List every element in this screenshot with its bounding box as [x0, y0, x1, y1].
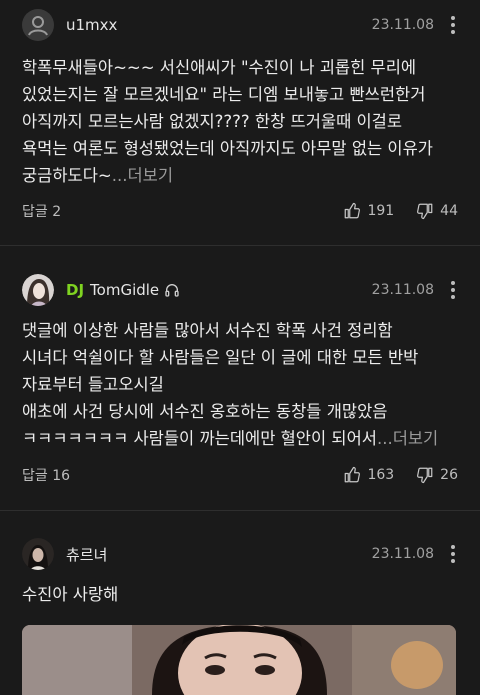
thumbs-up-icon	[345, 202, 361, 219]
headphones-icon	[165, 284, 179, 297]
comment-actions: 답글 2 191 44	[22, 199, 458, 223]
comment-header: DJ TomGidle 23.11.08	[22, 272, 458, 308]
comment-actions: 답글 16 163 26	[22, 463, 458, 487]
comment-body: 수진아 사랑해	[22, 581, 462, 608]
read-more-link[interactable]: ...더보기	[377, 429, 438, 448]
comment-line: 궁금하도다~	[22, 166, 112, 185]
thumbs-down-icon	[417, 203, 433, 220]
username[interactable]: DJ TomGidle	[66, 281, 180, 299]
username[interactable]: u1mxx	[66, 16, 117, 34]
comment-line: 애초에 사건 당시에 서수진 옹호하는 동창들 개많았음	[22, 402, 388, 421]
more-options-icon[interactable]	[448, 281, 458, 299]
like-button[interactable]: 163	[343, 466, 394, 484]
like-button[interactable]: 191	[343, 202, 394, 220]
thumbs-down-icon	[417, 467, 433, 484]
default-user-icon	[23, 10, 53, 40]
dislike-count: 26	[440, 467, 458, 483]
comment-line: 댓글에 이상한 사람들 많아서 서수진 학폭 사건 정리함	[22, 321, 393, 340]
more-options-icon[interactable]	[448, 16, 458, 34]
reply-button[interactable]: 답글 2	[22, 201, 61, 221]
like-count: 163	[367, 467, 395, 483]
comment-line: 수진아 사랑해	[22, 585, 119, 604]
comment-date: 23.11.08	[371, 546, 434, 562]
like-count: 191	[367, 203, 395, 219]
comment-line: ㅋㅋㅋㅋㅋㅋㅋ 사람들이 까는데에만 혈안이 되어서	[22, 429, 377, 448]
divider	[0, 245, 480, 246]
comment-line: 아직까지 모르는사람 없겠지???? 한창 뜨거울때 이걸로	[22, 112, 403, 131]
comment-body: 댓글에 이상한 사람들 많아서 서수진 학폭 사건 정리함 시녀다 억쉴이다 할…	[22, 317, 462, 452]
dislike-button[interactable]: 26	[416, 466, 458, 484]
dislike-button[interactable]: 44	[416, 202, 458, 220]
comment-line: 자료부터 들고오시길	[22, 375, 164, 394]
divider	[0, 510, 480, 511]
dj-badge: DJ	[66, 281, 85, 299]
comment-header: u1mxx 23.11.08	[22, 7, 458, 43]
comment-line: 있었는지는 잘 모르겠네요" 라는 디엠 보내놓고 빤쓰런한거	[22, 85, 426, 104]
reply-button[interactable]: 답글 16	[22, 465, 70, 485]
profile-photo	[22, 538, 54, 570]
profile-photo	[22, 274, 54, 306]
avatar[interactable]	[22, 9, 54, 41]
comment-line: 시녀다 억쉴이다 할 사람들은 일단 이 글에 대한 모든 반박	[22, 348, 419, 367]
thumbs-up-icon	[345, 466, 361, 483]
comment-date: 23.11.08	[371, 282, 434, 298]
comment-date: 23.11.08	[371, 17, 434, 33]
comment-line: 학폭무새들아~~~ 서신애씨가 "수진이 나 괴롭힌 무리에	[22, 58, 417, 77]
dislike-count: 44	[440, 203, 458, 219]
comment-line: 욕먹는 여론도 형성됐었는데 아직까지도 아무말 없는 이유가	[22, 139, 433, 158]
comment-body: 학폭무새들아~~~ 서신애씨가 "수진이 나 괴롭힌 무리에 있었는지는 잘 모…	[22, 54, 462, 189]
avatar[interactable]	[22, 538, 54, 570]
read-more-link[interactable]: ...더보기	[112, 166, 173, 185]
avatar[interactable]	[22, 274, 54, 306]
more-options-icon[interactable]	[448, 545, 458, 563]
username[interactable]: 츄르녀	[66, 544, 107, 565]
comment-header: 츄르녀 23.11.08	[22, 536, 458, 572]
